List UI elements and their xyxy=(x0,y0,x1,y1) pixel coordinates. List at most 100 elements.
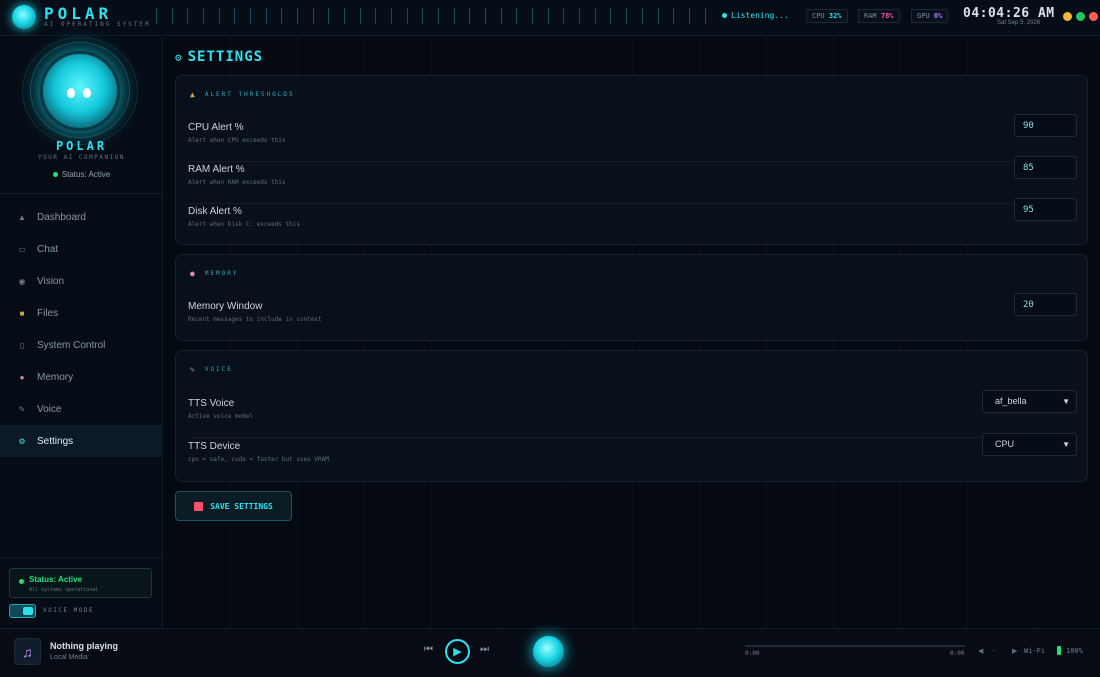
visualizer-bar xyxy=(657,8,659,24)
sidebar-item-dashboard[interactable]: ▲ Dashboard xyxy=(0,201,163,233)
avatar-container xyxy=(22,37,138,145)
battery-icon xyxy=(1057,646,1061,655)
sidebar-item-label: Vision xyxy=(37,275,65,287)
gear-icon: ⚙ xyxy=(175,51,183,64)
sidebar-item-label: Voice xyxy=(37,403,62,415)
close-window-button[interactable] xyxy=(1089,12,1098,21)
cpu-alert-input[interactable] xyxy=(1014,114,1077,137)
gpu-stat-value: 0% xyxy=(933,12,943,20)
panel-heading-text: ALERT THRESHOLDS xyxy=(204,91,295,98)
folder-icon: ■ xyxy=(19,308,25,318)
setting-label: TTS Voice xyxy=(188,398,235,409)
sidebar-item-settings[interactable]: ⚙ Settings xyxy=(0,425,163,457)
tts-voice-select[interactable]: af_bella ▼ xyxy=(982,390,1077,413)
visualizer-bar xyxy=(579,8,581,24)
maximize-window-button[interactable] xyxy=(1076,12,1085,21)
visualizer-bar xyxy=(688,8,690,24)
panel-heading: ✎ VOICE xyxy=(190,365,233,374)
brain-icon: ● xyxy=(19,372,25,382)
visualizer-bar xyxy=(156,8,157,24)
alert-thresholds-panel: ▲ ALERT THRESHOLDS CPU Alert % Alert when… xyxy=(175,75,1088,245)
previous-track-button[interactable]: ⏮ xyxy=(424,644,433,655)
ram-stat-label: RAM xyxy=(864,12,877,20)
sidebar-item-system-control[interactable]: ▯ System Control xyxy=(0,329,163,361)
wifi-icon: ▶ xyxy=(1012,648,1018,655)
panel-heading-text: VOICE xyxy=(204,366,233,373)
sidebar-item-vision[interactable]: ◉ Vision xyxy=(0,265,163,297)
microphone-icon: ✎ xyxy=(18,404,26,414)
system-status-card: Status: Active All systems operational xyxy=(9,568,152,598)
brain-icon: ● xyxy=(190,269,197,278)
ram-alert-row: RAM Alert % Alert when RAM exceeds this xyxy=(188,156,1077,204)
more-icon[interactable]: ·· xyxy=(991,647,996,654)
panel-heading: ● MEMORY xyxy=(190,269,239,278)
sidebar-item-memory[interactable]: ● Memory xyxy=(0,361,163,393)
setting-label: TTS Device xyxy=(188,441,241,452)
ai-avatar[interactable] xyxy=(40,51,120,131)
visualizer-bar xyxy=(704,8,706,24)
sidebar-item-files[interactable]: ■ Files xyxy=(0,297,163,329)
panel-heading: ▲ ALERT THRESHOLDS xyxy=(190,90,295,99)
cpu-stat-label: CPU xyxy=(812,12,825,20)
chat-icon: ▭ xyxy=(18,244,26,254)
visualizer-bar xyxy=(203,8,205,24)
page-title: ⚙ SETTINGS xyxy=(175,49,263,65)
tts-device-select[interactable]: CPU ▼ xyxy=(982,433,1077,456)
playback-progress-bar[interactable] xyxy=(745,645,965,647)
volume-icon[interactable]: ◀ xyxy=(978,647,983,655)
app-subtitle: AI OPERATING SYSTEM xyxy=(44,21,151,28)
sidebar-tagline: YOUR AI COMPANION xyxy=(38,154,125,161)
ram-stat-chip: RAM 78% xyxy=(858,9,900,23)
status-card-subtitle: All systems operational xyxy=(29,587,99,593)
microphone-icon: ✎ xyxy=(190,365,197,374)
sidebar-status: Status: Active xyxy=(0,170,163,179)
time-total: 0:00 xyxy=(950,650,965,657)
cpu-stat-value: 32% xyxy=(828,12,842,20)
sidebar-item-voice[interactable]: ✎ Voice xyxy=(0,393,163,425)
visualizer-bar xyxy=(500,8,502,24)
visualizer-bar xyxy=(422,8,424,24)
visualizer-bar xyxy=(641,8,643,24)
memory-window-input[interactable] xyxy=(1014,293,1077,316)
visualizer-bar xyxy=(547,8,549,24)
track-source: Local Media xyxy=(50,654,88,661)
visualizer-bar xyxy=(469,8,471,24)
gpu-stat-chip: GPU 0% xyxy=(911,9,949,23)
visualizer-bar xyxy=(438,8,440,24)
top-bar: POLAR AI OPERATING SYSTEM Listening... C… xyxy=(0,0,1100,36)
setting-hint: Active voice model xyxy=(188,413,254,420)
visualizer-bar xyxy=(359,8,361,24)
sidebar: POLAR YOUR AI COMPANION Status: Active ▲… xyxy=(0,37,163,628)
next-track-button[interactable]: ⏭ xyxy=(480,644,489,655)
date: Sat Sep 5, 2026 xyxy=(997,20,1041,26)
gear-icon: ⚙ xyxy=(18,436,26,446)
memory-window-row: Memory Window Recent messages to include… xyxy=(188,293,1077,341)
bell-icon: ▲ xyxy=(190,90,197,99)
setting-hint: Recent messages to include in context xyxy=(188,316,322,323)
minimize-window-button[interactable] xyxy=(1063,12,1072,21)
sidebar-divider xyxy=(0,193,163,194)
visualizer-bar xyxy=(532,8,534,24)
play-button[interactable]: ▶ xyxy=(445,639,470,664)
visualizer-bar xyxy=(563,8,565,24)
phone-icon: ▯ xyxy=(19,340,25,350)
status-card-dot-icon xyxy=(19,579,24,584)
save-settings-button[interactable]: SAVE SETTINGS xyxy=(175,491,292,521)
visualizer-bar xyxy=(234,8,236,24)
sidebar-bottom-divider xyxy=(0,557,163,558)
select-value: CPU xyxy=(995,439,1015,449)
voice-mode-toggle[interactable] xyxy=(9,604,36,618)
disk-alert-input[interactable] xyxy=(1014,198,1077,221)
sidebar-item-label: Memory xyxy=(37,371,74,383)
visualizer-bar xyxy=(265,8,267,24)
assistant-orb-icon[interactable] xyxy=(533,636,564,667)
sidebar-item-chat[interactable]: ▭ Chat xyxy=(0,233,163,265)
ram-alert-input[interactable] xyxy=(1014,156,1077,179)
save-settings-label: SAVE SETTINGS xyxy=(210,501,273,511)
cpu-stat-chip: CPU 32% xyxy=(806,9,848,23)
listening-dot-icon xyxy=(722,13,727,18)
visualizer-bar xyxy=(297,8,299,24)
home-icon: ▲ xyxy=(18,212,26,222)
panel-heading-text: MEMORY xyxy=(204,270,239,277)
tts-device-row: TTS Device cpu = safe, cuda = faster but… xyxy=(188,433,1077,481)
